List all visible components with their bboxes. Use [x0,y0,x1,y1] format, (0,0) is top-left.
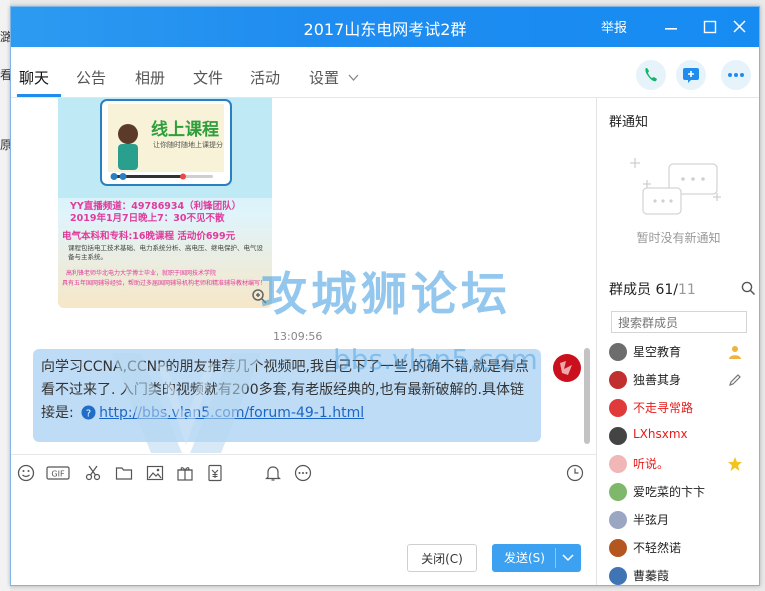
member-name: 爱吃菜的卞卞 [633,485,706,499]
poster-line: 电气本科和专科:16晚课程 活动价699元 [62,231,236,242]
watermark-title: 攻城狮论坛 [261,267,511,321]
phone-call-button[interactable] [636,60,666,90]
report-button[interactable]: 举报 [601,17,627,36]
tab-announcement[interactable]: 公告 [76,67,106,88]
watermark-url: bbs.vlan5.com [333,343,538,376]
screen-share-button[interactable] [676,60,706,90]
send-button-label: 发送(S) [504,551,545,565]
more-icon [728,73,744,77]
scroll-thumb[interactable] [584,348,590,444]
image-icon[interactable] [146,464,164,482]
member-avatar[interactable] [609,483,627,501]
clock-icon[interactable] [566,464,584,482]
tab-files[interactable]: 文件 [193,67,223,88]
close-icon[interactable] [732,19,747,34]
minimize-icon[interactable] [664,20,678,34]
star-icon [728,457,742,471]
group-sidebar: 群通知 暂时没有新通知 群成员 61/11 星空教育独善其身不走寻常路 LXhsx… [596,98,759,585]
empty-notice-illustration [630,158,721,215]
svg-text:GIF: GIF [51,470,65,479]
member-item[interactable]: 半弦月 [607,507,757,533]
member-name: 曹蓁葭 [633,569,670,583]
notice-empty-text: 暂时没有新通知 [636,231,721,245]
member-name: LXhsxmx [633,427,688,441]
message-input[interactable] [11,488,596,543]
member-search-box[interactable] [611,311,747,333]
member-item[interactable]: 不轻然诺 [607,535,757,561]
member-avatar[interactable] [609,539,627,557]
title-bar[interactable]: 2017山东电网考试2群 举报 [11,7,759,47]
emoji-icon[interactable] [17,464,35,482]
chevron-down-icon[interactable] [348,74,359,82]
send-button[interactable]: 发送(S) [492,544,581,572]
maximize-icon[interactable] [703,20,717,34]
member-item[interactable]: 曹蓁葭 [607,563,757,585]
member-search-input[interactable] [616,313,740,333]
member-item[interactable]: 爱吃菜的卞卞 [607,479,757,505]
input-toolbar: GIF [11,454,596,489]
scissors-icon[interactable] [84,464,102,482]
member-item[interactable]: 不走寻常路 [607,395,757,421]
tab-chat[interactable]: 聊天 [19,67,49,88]
member-avatar[interactable] [609,427,627,445]
member-item[interactable]: 独善其身 [607,367,757,393]
shared-image-poster[interactable]: 线上课程 让你随时随地上课提分 YY直播频道：49786934（利锋团队） 20… [58,98,272,308]
member-name: 不轻然诺 [633,541,682,555]
members-count: 群成员 61/ [609,282,678,298]
message-timestamp: 13:09:56 [273,330,323,343]
member-item[interactable]: 听说。 [607,451,757,477]
poster-line: 高利锋老师华北电力大学博士毕业，就职于国网技术学院 [66,270,217,277]
poster-line: 2019年1月7日晚上7：30不见不散 [70,213,225,224]
member-avatar[interactable] [609,455,627,473]
close-button[interactable]: 关闭(C) [407,544,477,572]
poster-line: 具有五年国网辅导经验，帮助过多届国网辅导机构老师和精准辅导教材编写！ [62,280,267,287]
notice-title: 群通知 [609,115,649,130]
message-link[interactable]: http://bbs.vlan5.com/forum-49-1.html [99,405,364,421]
svg-text:?: ? [86,409,91,420]
poster-subheading: 让你随时随地上课提分 [153,141,223,149]
tab-settings[interactable]: 设置 [309,67,339,88]
active-tab-indicator [17,94,61,97]
members-title: 群成员 61/11 [609,279,696,299]
chevron-down-icon[interactable] [562,553,574,563]
poster-heading: 线上课程 [151,120,219,140]
phone-icon [645,68,657,82]
background-window-edge: 潞 看 原 [0,0,12,591]
member-avatar[interactable] [609,567,627,585]
chat-history[interactable]: 线上课程 让你随时随地上课提分 YY直播频道：49786934（利锋团队） 20… [11,98,596,453]
chat-scrollbar[interactable] [584,98,590,453]
member-name: 星空教育 [633,345,682,359]
member-name: 听说。 [633,457,670,471]
member-avatar[interactable] [609,511,627,529]
more-circle-icon[interactable] [294,464,312,482]
folder-icon[interactable] [115,464,133,482]
search-icon[interactable] [741,281,756,296]
chat-window: 2017山东电网考试2群 举报 聊天 公告 相册 文件 活动 设置 线上课程 让… [10,6,760,586]
tab-activities[interactable]: 活动 [250,67,280,88]
red-packet-icon[interactable] [206,464,224,482]
send-button-divider [555,548,556,568]
member-name: 不走寻常路 [633,401,694,415]
sender-avatar[interactable] [552,353,582,383]
help-icon: ? [81,405,96,420]
gif-icon[interactable]: GIF [46,464,70,482]
tab-album[interactable]: 相册 [135,67,165,88]
member-avatar[interactable] [609,399,627,417]
member-name: 独善其身 [633,373,682,387]
edit-icon [729,374,741,386]
screen-share-icon [683,68,699,83]
owner-icon [729,346,741,359]
member-name: 半弦月 [633,513,670,527]
member-avatar[interactable] [609,371,627,389]
member-item[interactable]: 星空教育 [607,339,757,365]
poster-line: 课程包括电工技术基础、电力系统分析、高电压、继电保护、电气设备与主系统。 [68,244,263,261]
more-options-button[interactable] [721,60,751,90]
member-item[interactable]: LXhsxmx [607,423,757,449]
bell-icon[interactable] [264,464,282,482]
members-total: 11 [677,282,696,298]
window-title: 2017山东电网考试2群 [303,20,467,39]
gift-icon[interactable] [176,464,194,482]
member-avatar[interactable] [609,343,627,361]
